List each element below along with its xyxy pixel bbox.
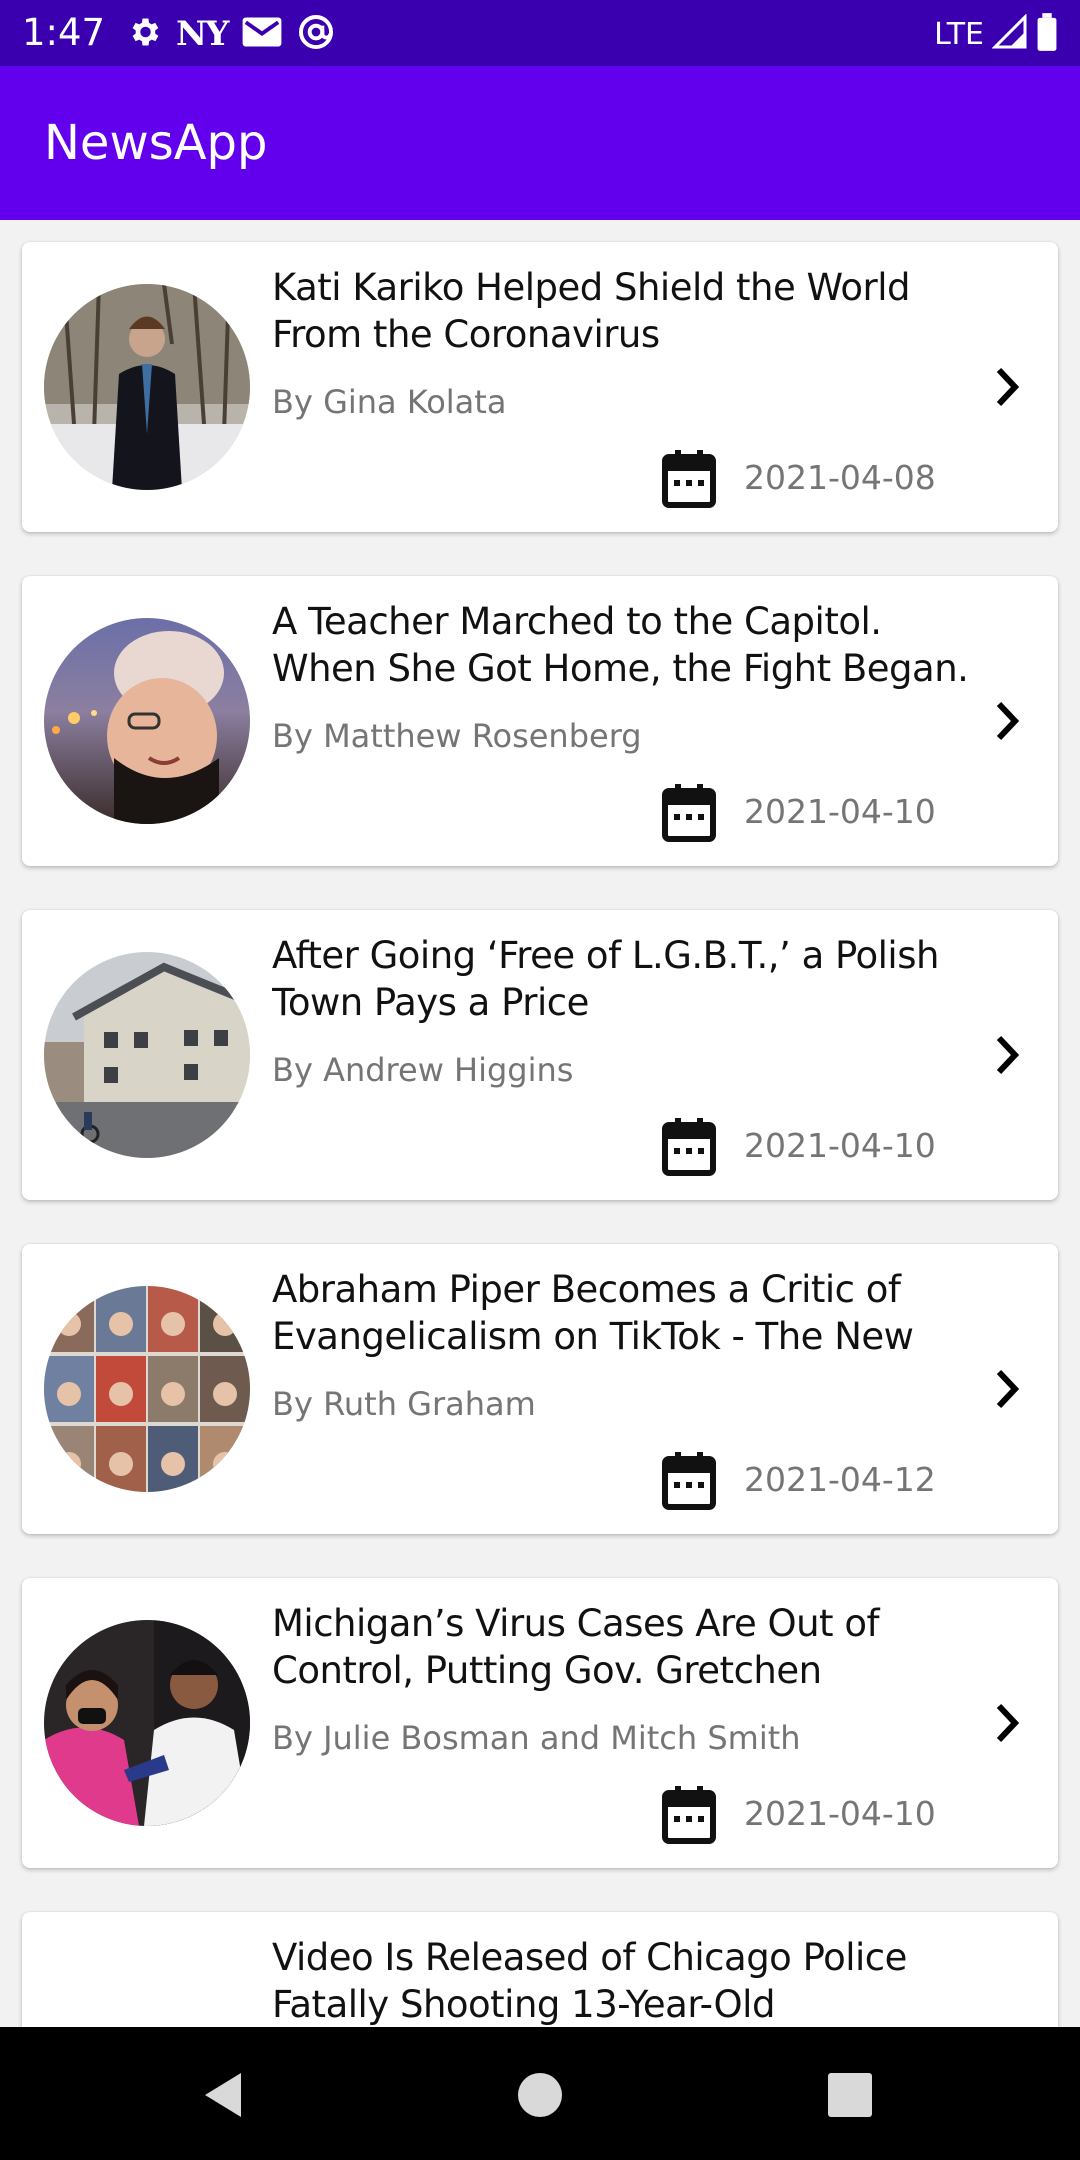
article-author: By Julie Bosman and Mitch Smith [272, 1719, 801, 1757]
article-author: By Matthew Rosenberg [272, 717, 642, 755]
article-date: 2021-04-10 [744, 1794, 936, 1833]
article-title: Video Is Released of Chicago Police Fata… [272, 1936, 907, 2026]
status-time: 1:47 [22, 11, 106, 54]
calendar-icon [662, 1786, 716, 1844]
home-icon[interactable] [508, 2063, 572, 2127]
mail-icon [241, 15, 283, 53]
status-bar: 1:47 NY LTE [0, 0, 1080, 66]
at-sign-icon [297, 13, 335, 55]
article-thumbnail [44, 952, 250, 1158]
calendar-icon [662, 1452, 716, 1510]
article-title: Michigan’s Virus Cases Are Out of Contro… [272, 1602, 880, 1692]
article-card[interactable]: Abraham Piper Becomes a Critic of Evange… [22, 1244, 1058, 1534]
app-title: NewsApp [44, 115, 268, 171]
calendar-icon [662, 1118, 716, 1176]
status-system-icons: LTE [934, 12, 1058, 56]
chevron-right-icon[interactable] [988, 698, 1028, 744]
battery-icon [1036, 13, 1058, 55]
article-card[interactable]: Kati Kariko Helped Shield the World From… [22, 242, 1058, 532]
recents-icon[interactable] [818, 2063, 882, 2127]
chevron-right-icon[interactable] [988, 1366, 1028, 1412]
chevron-right-icon[interactable] [988, 364, 1028, 410]
article-date: 2021-04-12 [744, 1460, 936, 1499]
article-thumbnail [44, 618, 250, 824]
calendar-icon [662, 450, 716, 508]
article-title: Abraham Piper Becomes a Critic of Evange… [272, 1268, 914, 1358]
article-thumbnail [44, 284, 250, 490]
app-bar: NewsApp [0, 66, 1080, 220]
gear-icon [126, 14, 162, 54]
article-thumbnail [44, 1286, 250, 1492]
article-thumbnail [44, 1620, 250, 1826]
article-title: After Going ‘Free of L.G.B.T.,’ a Polish… [272, 934, 939, 1024]
chevron-right-icon[interactable] [988, 1700, 1028, 1746]
article-author: By Ruth Graham [272, 1385, 536, 1423]
network-type: LTE [934, 16, 984, 52]
article-card[interactable]: Video Is Released of Chicago Police Fata… [22, 1912, 1058, 2027]
article-card[interactable]: A Teacher Marched to the Capitol. When S… [22, 576, 1058, 866]
article-date: 2021-04-10 [744, 792, 936, 831]
chevron-right-icon[interactable] [988, 1032, 1028, 1078]
article-author: By Gina Kolata [272, 383, 507, 421]
ny-badge: NY [176, 14, 229, 54]
navigation-bar [0, 2027, 1080, 2160]
article-title: A Teacher Marched to the Capitol. When S… [272, 600, 969, 690]
article-date: 2021-04-10 [744, 1126, 936, 1165]
back-icon[interactable] [193, 2063, 257, 2127]
article-title: Kati Kariko Helped Shield the World From… [272, 266, 911, 356]
signal-icon [991, 13, 1028, 54]
article-list[interactable]: Kati Kariko Helped Shield the World From… [0, 220, 1080, 2027]
article-date: 2021-04-08 [744, 458, 936, 497]
article-card[interactable]: Michigan’s Virus Cases Are Out of Contro… [22, 1578, 1058, 1868]
status-notification-icons: NY [126, 12, 335, 56]
article-author: By Andrew Higgins [272, 1051, 574, 1089]
article-card[interactable]: After Going ‘Free of L.G.B.T.,’ a Polish… [22, 910, 1058, 1200]
calendar-icon [662, 784, 716, 842]
